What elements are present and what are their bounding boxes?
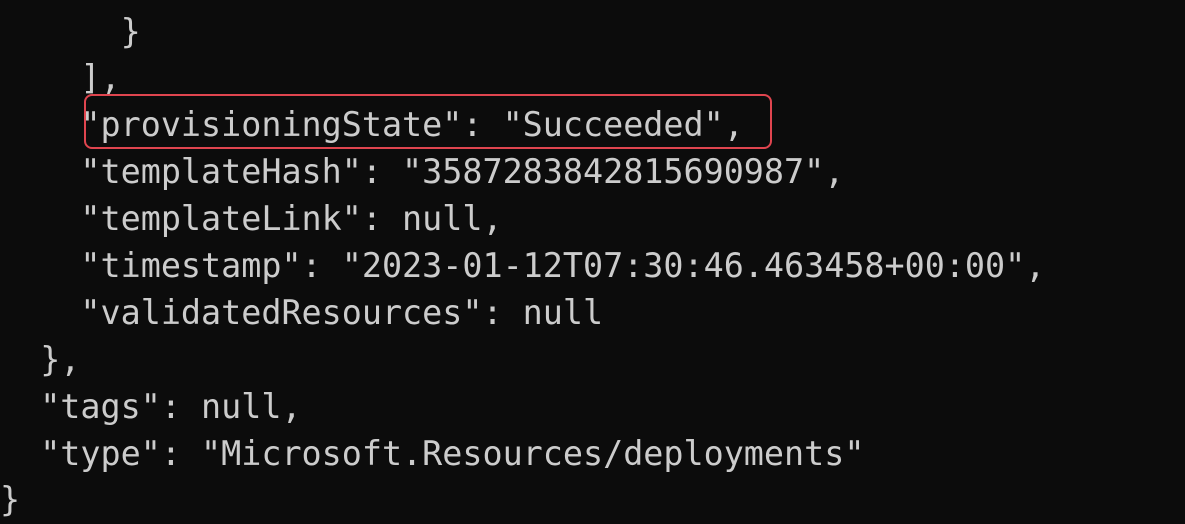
json-line-validated-resources: "validatedResources": null xyxy=(0,293,604,332)
json-line-template-hash: "templateHash": "3587283842815690987", xyxy=(0,152,845,191)
json-line-tags: "tags": null, xyxy=(0,387,302,426)
json-line-closing-properties: }, xyxy=(0,340,81,379)
json-line-closing-brace-inner: } xyxy=(0,12,141,51)
json-line-timestamp: "timestamp": "2023-01-12T07:30:46.463458… xyxy=(0,246,1046,285)
json-line-template-link: "templateLink": null, xyxy=(0,199,503,238)
provisioning-state-highlight-box xyxy=(84,94,772,149)
json-line-type: "type": "Microsoft.Resources/deployments… xyxy=(0,434,865,473)
terminal-output: } ], "provisioningState": "Succeeded", "… xyxy=(0,0,1185,524)
json-line-closing-root: } xyxy=(0,480,21,519)
